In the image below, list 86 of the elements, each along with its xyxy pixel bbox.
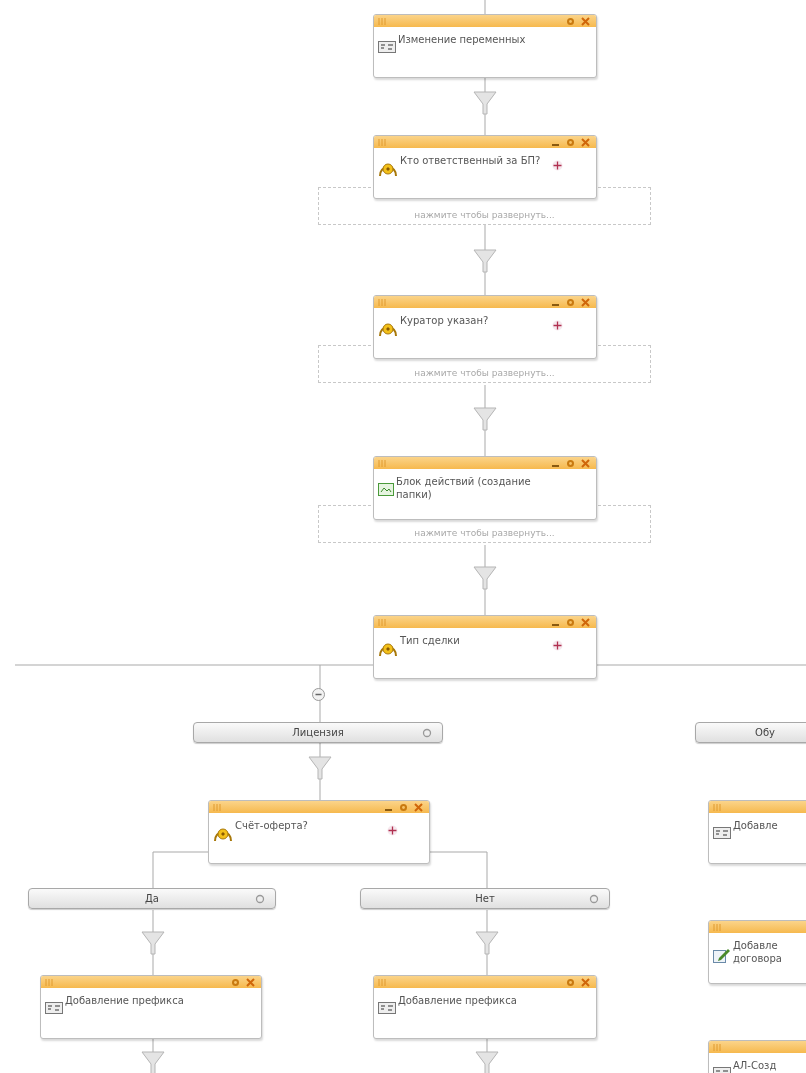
settings-icon[interactable] [231, 977, 240, 987]
process-node[interactable]: Добавле договора [708, 920, 806, 984]
funnel-icon [308, 756, 332, 780]
node-title: АЛ-Созд [733, 1059, 778, 1072]
settings-icon[interactable] [566, 297, 575, 307]
condition-icon [213, 827, 233, 842]
close-icon[interactable] [581, 617, 590, 627]
radio-icon[interactable] [255, 894, 265, 904]
connector-line [484, 0, 486, 15]
variables-icon [378, 1002, 396, 1014]
condition-icon [378, 642, 398, 657]
process-node[interactable]: Изменение переменных [373, 14, 597, 78]
connector-line [319, 741, 321, 801]
grip-icon[interactable] [378, 298, 388, 306]
grip-icon[interactable] [378, 618, 388, 626]
variables-icon [713, 827, 731, 839]
node-title: Добавле [733, 819, 779, 832]
funnel-icon [473, 566, 497, 590]
close-icon[interactable] [581, 16, 590, 26]
radio-icon[interactable] [422, 728, 432, 738]
grip-icon[interactable] [378, 978, 388, 986]
grip-icon[interactable] [713, 923, 723, 931]
funnel-icon [141, 931, 165, 955]
variables-icon [45, 1002, 63, 1014]
process-node[interactable]: АЛ-Созд [708, 1040, 806, 1073]
add-icon[interactable] [387, 825, 398, 836]
close-icon[interactable] [414, 802, 423, 812]
grip-icon[interactable] [213, 803, 223, 811]
collapse-icon[interactable] [311, 688, 325, 701]
funnel-icon [141, 1051, 165, 1073]
branch-button[interactable]: Да [28, 888, 276, 909]
variables-icon [378, 41, 396, 53]
node-title: Тип сделки [400, 634, 461, 647]
settings-icon[interactable] [566, 617, 575, 627]
node-title: Изменение переменных [398, 33, 527, 46]
node-title: Добавле договора [733, 939, 783, 965]
grip-icon[interactable] [713, 1043, 723, 1051]
close-icon[interactable] [581, 297, 590, 307]
edit-icon [713, 947, 731, 963]
connector-line [486, 909, 488, 976]
grip-icon[interactable] [378, 17, 388, 25]
connector-line [152, 909, 154, 976]
node-title: Блок действий (создание папки) [396, 475, 532, 501]
node-title: Кто ответственный за БП? [400, 154, 542, 167]
node-title: Счёт-оферта? [235, 819, 309, 832]
add-icon[interactable] [552, 640, 563, 651]
branch-button[interactable]: Обу [695, 722, 806, 743]
funnel-icon [475, 931, 499, 955]
process-node[interactable]: Добавле [708, 800, 806, 864]
node-title: Добавление префикса [398, 994, 518, 1007]
process-node[interactable]: Кто ответственный за БП? [373, 135, 597, 199]
add-icon[interactable] [552, 320, 563, 331]
grip-icon[interactable] [45, 978, 55, 986]
branch-button[interactable]: Лицензия [193, 722, 443, 743]
connector-line [484, 544, 486, 616]
radio-icon[interactable] [589, 894, 599, 904]
settings-icon[interactable] [566, 977, 575, 987]
action-block-icon [378, 483, 394, 496]
funnel-icon [473, 91, 497, 115]
close-icon[interactable] [246, 977, 255, 987]
grip-icon[interactable] [378, 459, 388, 467]
funnel-icon [473, 249, 497, 273]
process-node[interactable]: Тип сделки [373, 615, 597, 679]
branch-button[interactable]: Нет [360, 888, 610, 909]
process-node[interactable]: Добавление префикса [40, 975, 262, 1039]
settings-icon[interactable] [566, 458, 575, 468]
process-node[interactable]: Блок действий (создание папки) [373, 456, 597, 520]
settings-icon[interactable] [566, 137, 575, 147]
close-icon[interactable] [581, 977, 590, 987]
process-node[interactable]: Добавление префикса [373, 975, 597, 1039]
settings-icon[interactable] [399, 802, 408, 812]
connector-line [484, 77, 486, 136]
funnel-icon [473, 407, 497, 431]
process-node[interactable]: Куратор указан? [373, 295, 597, 359]
condition-icon [378, 322, 398, 337]
grip-icon[interactable] [713, 803, 723, 811]
close-icon[interactable] [581, 458, 590, 468]
grip-icon[interactable] [378, 138, 388, 146]
process-node[interactable]: Счёт-оферта? [208, 800, 430, 864]
condition-icon [378, 162, 398, 177]
settings-icon[interactable] [566, 16, 575, 26]
node-title: Добавление префикса [65, 994, 185, 1007]
funnel-icon [475, 1051, 499, 1073]
add-icon[interactable] [552, 160, 563, 171]
node-title: Куратор указан? [400, 314, 490, 327]
close-icon[interactable] [581, 137, 590, 147]
